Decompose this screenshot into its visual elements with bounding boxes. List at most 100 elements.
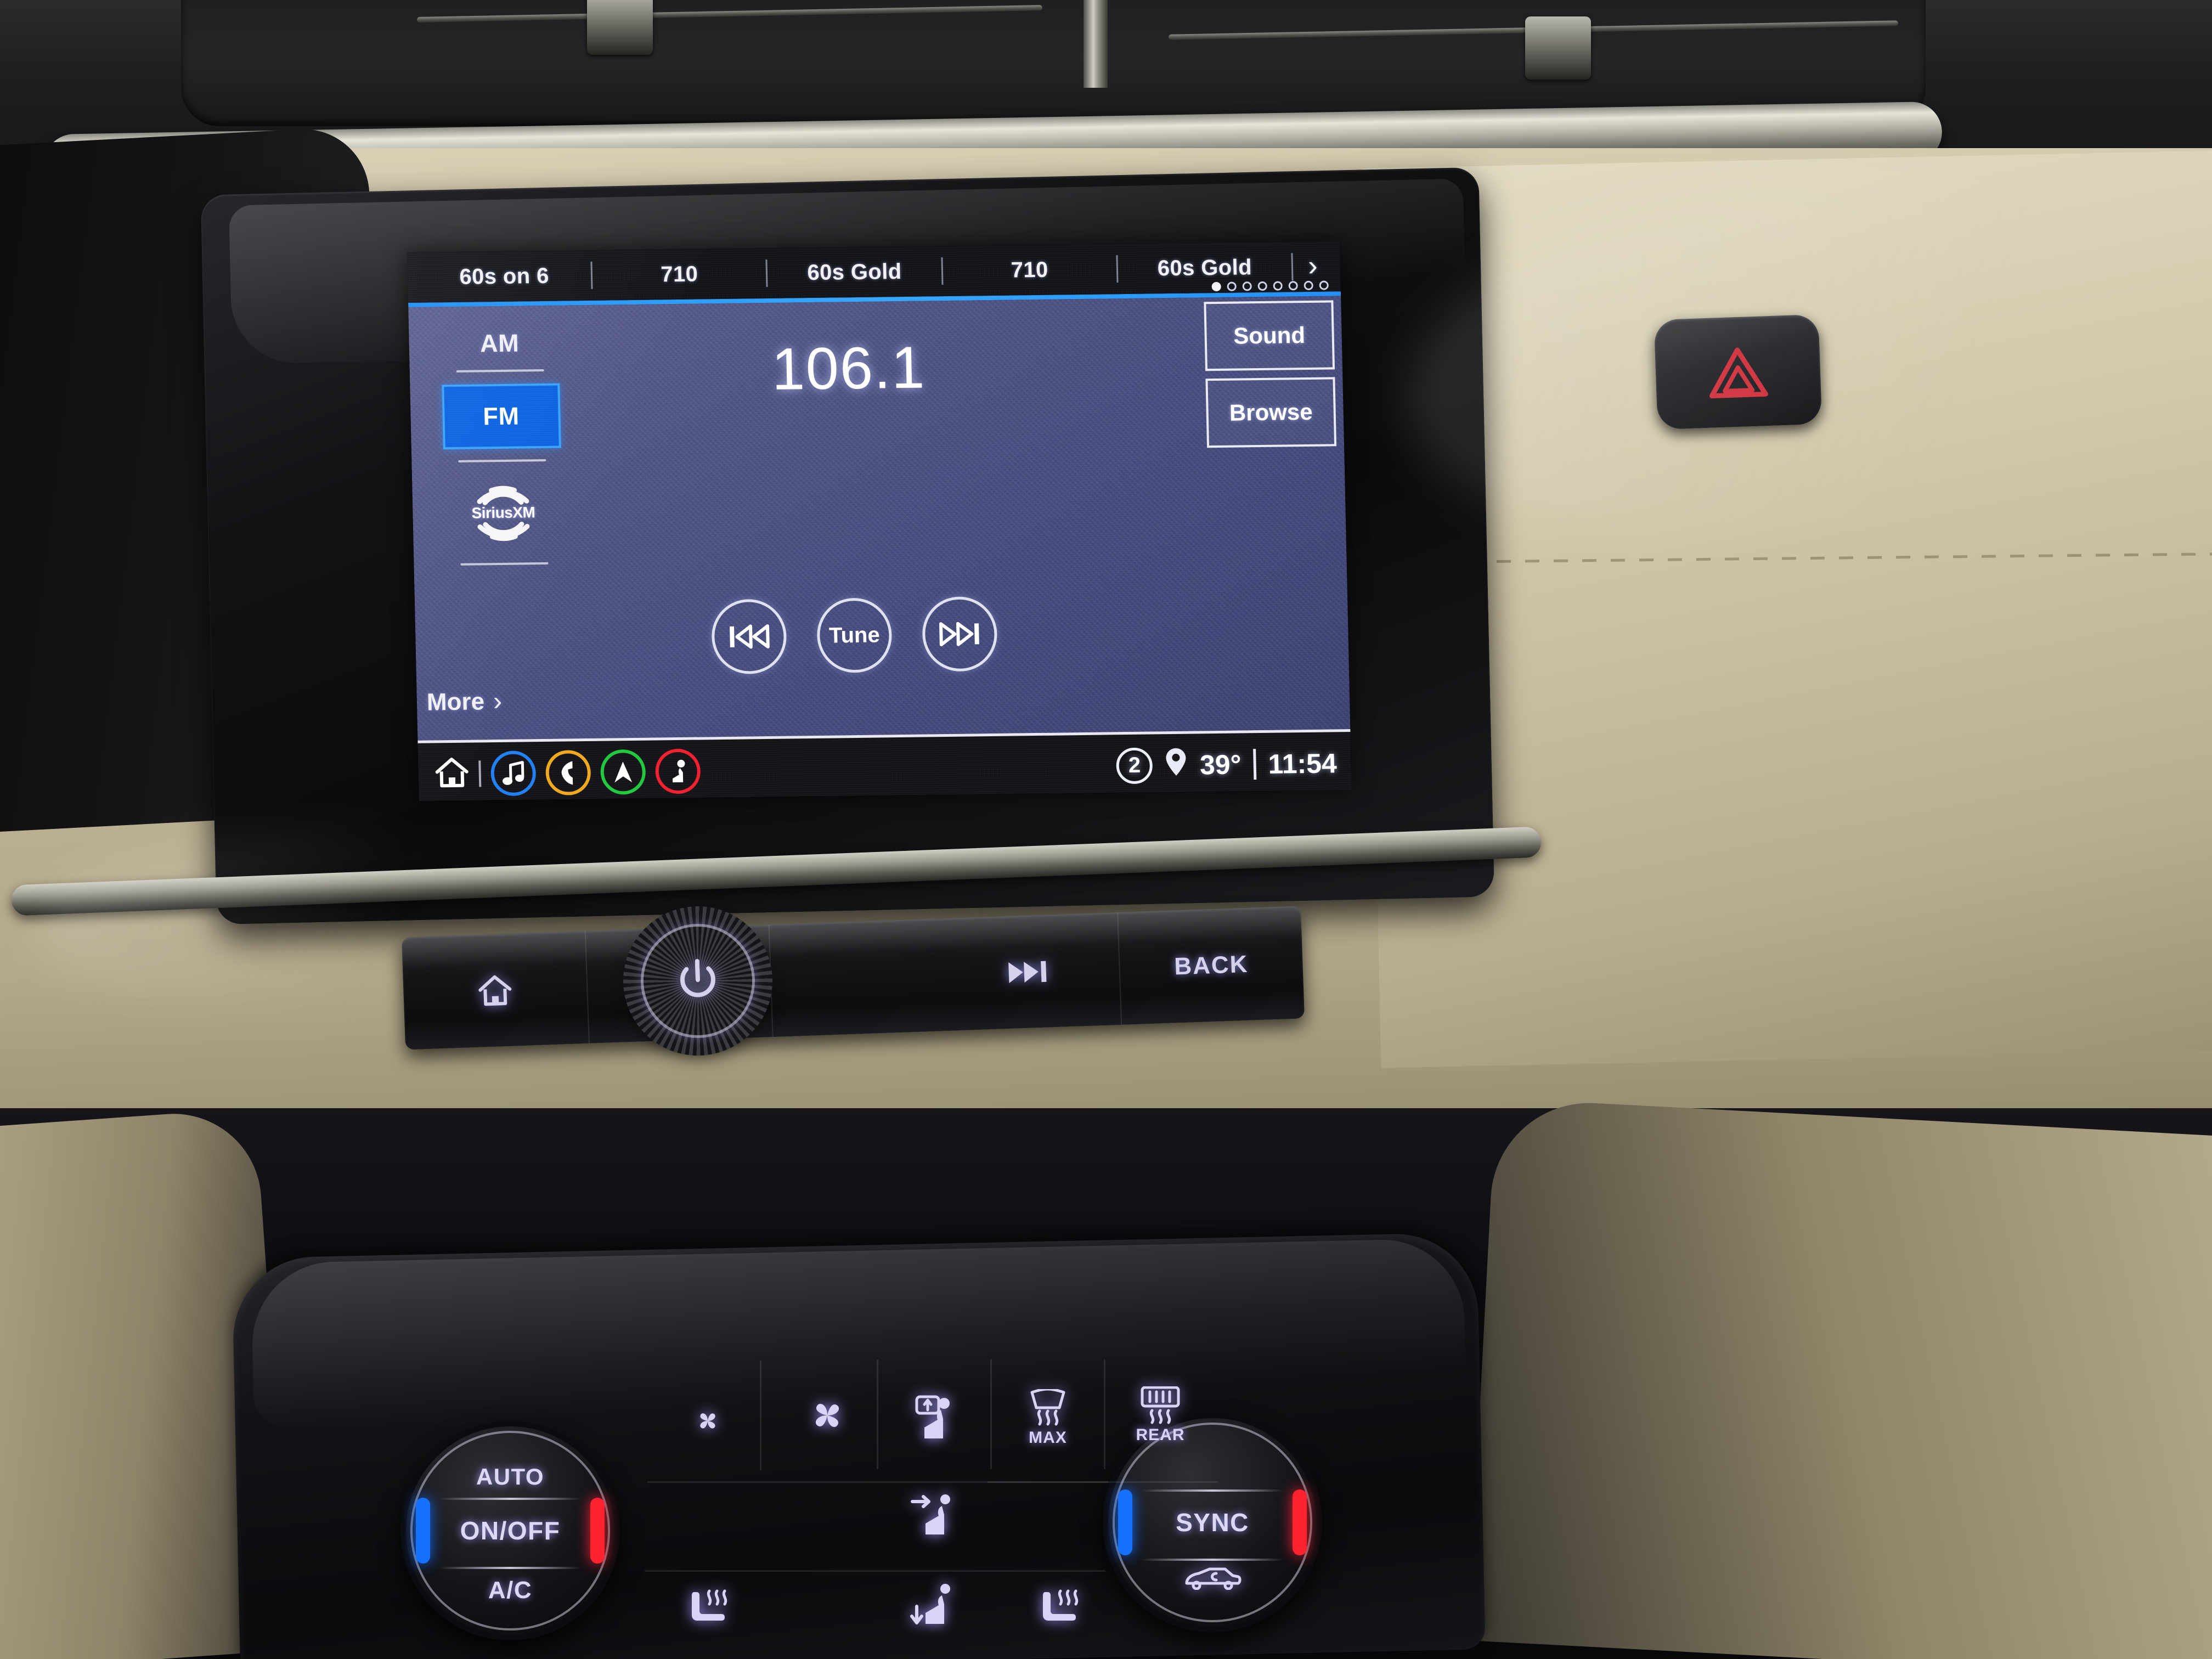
preset-button-4[interactable]: 710 xyxy=(943,257,1116,284)
climate-onoff-button[interactable]: ON/OFF xyxy=(460,1516,561,1545)
console-trim-right xyxy=(1468,1098,2212,1659)
hazard-warning-button[interactable] xyxy=(1654,314,1822,430)
pagination-dot[interactable] xyxy=(1227,281,1237,291)
next-station-button[interactable] xyxy=(921,596,998,672)
airflow-face-icon xyxy=(915,1395,950,1438)
airflow-bilevel-button[interactable] xyxy=(891,1476,979,1558)
music-app-button[interactable] xyxy=(490,750,537,796)
power-volume-knob[interactable] xyxy=(629,912,766,1049)
vent-direction-tab[interactable] xyxy=(1525,16,1591,80)
preset-button-3[interactable]: 60s Gold xyxy=(768,259,941,286)
pagination-dot[interactable] xyxy=(1304,280,1313,291)
airflow-floor-icon xyxy=(910,1584,950,1624)
button-divider xyxy=(988,1481,1218,1483)
vent-divider xyxy=(1084,0,1108,88)
pagination-dot[interactable] xyxy=(1211,281,1221,292)
climate-app-button[interactable] xyxy=(654,748,701,794)
preset-button-5[interactable]: 60s Gold xyxy=(1118,255,1291,281)
vent-slat[interactable] xyxy=(417,5,1042,22)
band-siriusxm-button[interactable]: SiriusXM xyxy=(445,471,562,555)
hot-indicator xyxy=(1293,1489,1307,1555)
airflow-floor-button[interactable] xyxy=(891,1566,979,1649)
location-pin-icon xyxy=(1166,748,1186,776)
status-bar-info: 2 39° 11:54 xyxy=(1116,745,1337,784)
rear-defog-button[interactable]: REAR xyxy=(1111,1369,1210,1462)
pagination-dot[interactable] xyxy=(1257,281,1267,291)
home-icon xyxy=(435,758,469,788)
band-am-button[interactable]: AM xyxy=(480,329,520,358)
airflow-bilevel-icon xyxy=(911,1494,950,1534)
chevron-right-icon: › xyxy=(493,686,503,716)
auto-climate-label[interactable]: AUTO xyxy=(476,1464,544,1490)
fan-large-icon xyxy=(815,1403,839,1427)
driver-temperature-knob[interactable]: AUTO ON/OFF A/C xyxy=(393,1413,628,1648)
sync-button[interactable]: SYNC xyxy=(1176,1508,1249,1537)
home-icon xyxy=(478,975,512,1006)
location-button[interactable] xyxy=(1164,747,1188,783)
preset-next-page-icon[interactable]: › xyxy=(1293,250,1333,282)
pagination-dot[interactable] xyxy=(1288,281,1298,291)
ac-button[interactable]: A/C xyxy=(488,1577,532,1604)
button-divider xyxy=(877,1359,878,1469)
home-button[interactable] xyxy=(435,757,469,792)
frequency-display: 106.1 xyxy=(771,334,927,402)
navigation-app-button[interactable] xyxy=(600,749,646,795)
power-volume-knob-slot xyxy=(770,919,938,1037)
radio-main-area: AM FM SiriusXM More › 106.1 Sound Browse… xyxy=(408,296,1351,741)
fan-decrease-button[interactable] xyxy=(667,1385,749,1457)
button-divider xyxy=(1104,1359,1105,1469)
hazard-triangle-icon xyxy=(1709,347,1768,399)
preset-button-1[interactable]: 60s on 6 xyxy=(417,263,591,290)
defog-rear-icon xyxy=(1141,1386,1180,1424)
band-divider xyxy=(456,369,544,373)
pagination-dot[interactable] xyxy=(1319,280,1329,290)
button-divider xyxy=(990,1359,992,1469)
max-defrost-button[interactable]: MAX xyxy=(998,1372,1097,1465)
next-hard-button[interactable] xyxy=(934,912,1122,1031)
airflow-face-button[interactable] xyxy=(889,1377,979,1465)
band-divider xyxy=(458,459,546,462)
driver-profile-badge[interactable]: 2 xyxy=(1116,747,1153,784)
sound-button[interactable]: Sound xyxy=(1204,300,1335,371)
clock-display: 11:54 xyxy=(1267,747,1338,780)
status-divider xyxy=(478,760,482,787)
home-hard-button[interactable] xyxy=(401,930,590,1050)
band-selector: AM FM SiriusXM More › xyxy=(408,305,599,741)
fan-increase-button[interactable] xyxy=(779,1374,875,1457)
heated-seat-icon xyxy=(692,1589,727,1621)
band-fm-label: FM xyxy=(482,402,520,431)
more-label: More xyxy=(426,687,485,716)
rear-defog-label: REAR xyxy=(1136,1426,1185,1444)
vent-direction-tab[interactable] xyxy=(587,0,653,55)
temperature-display: 39° xyxy=(1199,748,1242,780)
knob-slot xyxy=(1141,1559,1284,1561)
siriusxm-label: SiriusXM xyxy=(471,504,535,522)
more-bands-button[interactable]: More › xyxy=(426,686,502,718)
heated-seat-left-button[interactable] xyxy=(664,1569,757,1651)
recirculation-button[interactable] xyxy=(1182,1566,1243,1596)
music-icon xyxy=(503,760,524,785)
band-divider xyxy=(460,562,549,566)
cold-indicator xyxy=(416,1498,430,1564)
pagination-dot[interactable] xyxy=(1242,281,1252,291)
knob-slot xyxy=(439,1498,582,1500)
band-fm-button[interactable]: FM xyxy=(441,383,561,450)
preset-button-2[interactable]: 710 xyxy=(592,261,766,288)
tune-button[interactable]: Tune xyxy=(816,597,893,673)
knob-slot xyxy=(1141,1489,1284,1492)
cold-indicator xyxy=(1118,1489,1132,1555)
back-hard-button[interactable]: BACK xyxy=(1118,906,1305,1025)
phone-app-button[interactable] xyxy=(545,749,591,795)
defrost-front-icon xyxy=(1030,1389,1065,1426)
fan-small-icon xyxy=(700,1413,715,1429)
heated-seat-right-button[interactable] xyxy=(1015,1569,1108,1651)
preset-pagination xyxy=(1211,280,1329,292)
max-defrost-label: MAX xyxy=(1029,1429,1067,1447)
climate-icon xyxy=(673,759,685,782)
browse-button[interactable]: Browse xyxy=(1205,377,1337,448)
previous-station-button[interactable] xyxy=(710,599,787,675)
infotainment-screen[interactable]: 60s on 6 710 60s Gold 710 60s Gold › AM … xyxy=(407,241,1352,801)
car-dashboard: 60s on 6 710 60s Gold 710 60s Gold › AM … xyxy=(0,0,2212,1659)
pagination-dot[interactable] xyxy=(1273,281,1283,291)
power-icon xyxy=(680,959,715,997)
